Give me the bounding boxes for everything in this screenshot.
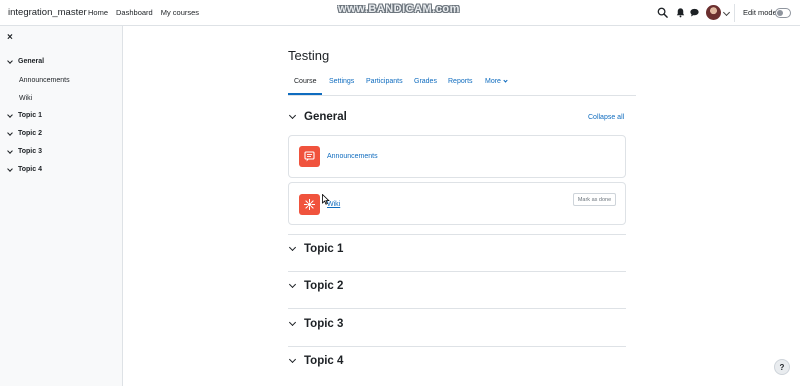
section-title: Topic 3 (304, 318, 344, 330)
section-title: Topic 2 (304, 280, 344, 292)
drawer-section-label: Topic 3 (18, 148, 42, 155)
drawer-item-announcements[interactable]: Announcements (19, 77, 70, 84)
navbar-divider (734, 4, 735, 22)
chevron-down-icon[interactable] (7, 165, 13, 172)
search-icon[interactable] (657, 7, 668, 18)
section-general-header[interactable]: General (288, 111, 347, 123)
drawer-section-topic-2[interactable]: Topic 2 (7, 129, 42, 137)
drawer-section-label: General (18, 58, 45, 65)
wiki-icon[interactable] (299, 194, 320, 215)
chevron-down-icon[interactable] (288, 243, 297, 252)
section-topic-1-header[interactable]: Topic 1 (288, 243, 344, 255)
section-divider (288, 346, 626, 347)
activity-card-announcements: Announcements (288, 135, 626, 178)
tab-more-label: More (485, 78, 501, 85)
chevron-down-icon[interactable] (7, 57, 13, 64)
activity-card-wiki: Wiki Mark as done (288, 182, 626, 225)
chevron-down-icon[interactable] (7, 111, 13, 118)
section-topic-4-header[interactable]: Topic 4 (288, 355, 344, 367)
chat-icon[interactable] (689, 7, 700, 18)
chevron-down-icon[interactable] (288, 355, 297, 364)
collapse-all-link[interactable]: Collapse all (588, 114, 624, 121)
drawer-section-topic-4[interactable]: Topic 4 (7, 165, 42, 173)
course-tabs: Course Settings Participants Grades Repo… (288, 70, 636, 96)
edit-mode-toggle[interactable] (775, 8, 791, 18)
section-divider (288, 308, 626, 309)
drawer-section-topic-1[interactable]: Topic 1 (7, 111, 42, 119)
tab-participants[interactable]: Participants (366, 78, 403, 85)
section-title: General (304, 111, 347, 123)
drawer-section-label: Topic 2 (18, 130, 42, 137)
recording-watermark: www.BANDICAM.com (338, 3, 460, 15)
close-icon[interactable]: × (7, 32, 13, 43)
bell-icon[interactable] (675, 7, 686, 18)
chevron-down-icon[interactable] (7, 129, 13, 136)
section-title: Topic 4 (304, 355, 344, 367)
forum-icon[interactable] (299, 146, 320, 167)
section-divider (288, 234, 626, 235)
chevron-down-icon (503, 78, 508, 83)
drawer-item-wiki[interactable]: Wiki (19, 95, 32, 102)
top-navbar: integration_master Home Dashboard My cou… (0, 0, 800, 26)
edit-mode-label: Edit mode (743, 8, 777, 17)
site-brand[interactable]: integration_master (8, 7, 87, 18)
nav-link-dashboard[interactable]: Dashboard (116, 8, 153, 17)
active-tab-indicator (288, 93, 322, 95)
chevron-down-icon[interactable] (288, 318, 297, 327)
tab-course[interactable]: Course (294, 78, 317, 85)
user-avatar[interactable] (706, 5, 721, 20)
tab-reports[interactable]: Reports (448, 78, 473, 85)
section-topic-2-header[interactable]: Topic 2 (288, 280, 344, 292)
drawer-section-label: Topic 4 (18, 166, 42, 173)
drawer-section-topic-3[interactable]: Topic 3 (7, 147, 42, 155)
page-title: Testing (288, 48, 330, 63)
chevron-down-icon[interactable] (7, 147, 13, 154)
drawer-section-label: Topic 1 (18, 112, 42, 119)
section-title: Topic 1 (304, 243, 344, 255)
mouse-cursor-icon (322, 194, 330, 205)
chevron-down-icon[interactable] (288, 111, 297, 120)
drawer-section-general[interactable]: General (7, 57, 45, 65)
activity-link[interactable]: Announcements (327, 153, 378, 160)
course-index-drawer: × General Announcements Wiki Topic 1 Top… (0, 26, 123, 386)
primary-navigation: Home Dashboard My courses (88, 8, 199, 17)
nav-link-my-courses[interactable]: My courses (161, 8, 199, 17)
section-divider (288, 271, 626, 272)
tab-more[interactable]: More (485, 78, 508, 85)
nav-link-home[interactable]: Home (88, 8, 108, 17)
tab-settings[interactable]: Settings (329, 78, 354, 85)
mark-as-done-button[interactable]: Mark as done (573, 193, 616, 206)
help-button[interactable]: ? (774, 359, 790, 375)
tab-grades[interactable]: Grades (414, 78, 437, 85)
section-topic-3-header[interactable]: Topic 3 (288, 318, 344, 330)
chevron-down-icon[interactable] (288, 280, 297, 289)
chevron-down-icon[interactable] (722, 8, 731, 17)
